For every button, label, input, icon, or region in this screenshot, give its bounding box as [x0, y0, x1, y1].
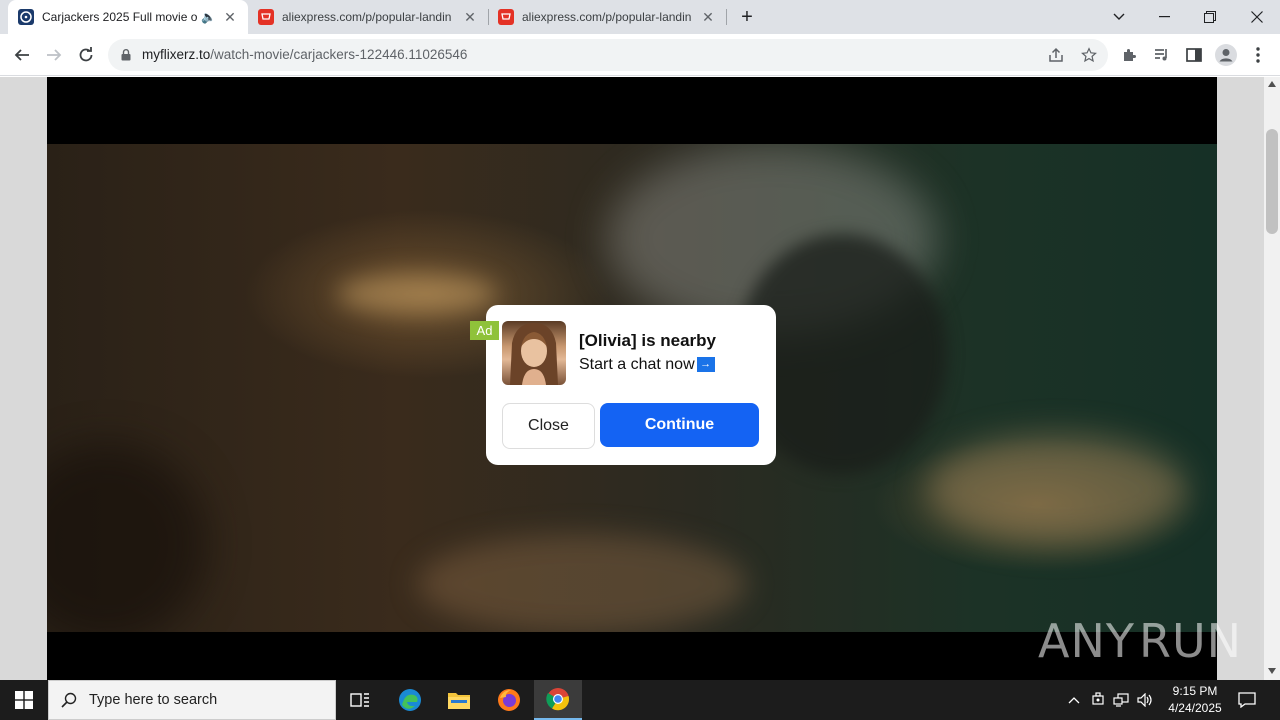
shopping-cart-icon — [498, 9, 514, 25]
page-scrollbar[interactable] — [1264, 77, 1280, 680]
volume-icon[interactable] — [1137, 693, 1153, 707]
ad-popup: [Olivia] is nearby Start a chat now → Clo… — [486, 305, 776, 465]
taskbar-chrome[interactable] — [534, 680, 582, 720]
blurred-bowl — [927, 434, 1187, 544]
ad-badge: Ad — [470, 321, 499, 340]
chrome-icon — [546, 688, 570, 711]
puzzle-icon — [1124, 49, 1136, 61]
media-controls-button[interactable] — [1148, 41, 1176, 69]
forward-button[interactable] — [40, 41, 68, 69]
taskbar-file-explorer[interactable] — [435, 680, 483, 720]
taskbar-search-box[interactable]: Type here to search — [48, 680, 336, 720]
start-button[interactable] — [0, 680, 48, 720]
anyrun-watermark: ANY RUN — [1038, 612, 1241, 670]
taskbar-firefox[interactable] — [485, 680, 533, 720]
person-portrait-icon — [510, 323, 558, 385]
side-panel-icon — [1186, 48, 1202, 62]
extensions-button[interactable] — [1116, 41, 1144, 69]
watermark-left-text: ANY — [1038, 614, 1135, 668]
system-tray — [1068, 680, 1153, 720]
scroll-down-icon[interactable] — [1268, 668, 1276, 674]
plus-icon: + — [741, 5, 753, 28]
tab-search-button[interactable] — [1096, 0, 1142, 34]
notifications-button[interactable] — [1224, 680, 1270, 720]
tab-aliexpress-1[interactable]: aliexpress.com/p/popular-landin ✕ — [248, 0, 488, 34]
shopping-cart-icon — [258, 9, 274, 25]
ad-headline: [Olivia] is nearby — [579, 331, 716, 350]
restore-button[interactable] — [1187, 0, 1233, 34]
url-path: /watch-movie/carjackers-122446.11026546 — [210, 47, 468, 62]
avatar-icon — [1215, 44, 1237, 66]
new-tab-button[interactable]: + — [725, 0, 769, 34]
watermark-right-text: RUN — [1138, 614, 1243, 668]
close-window-button[interactable] — [1234, 0, 1280, 34]
windows-logo-icon — [15, 691, 33, 709]
kebab-menu-icon — [1256, 47, 1260, 63]
firefox-icon — [498, 689, 520, 711]
address-bar[interactable]: myflixerz.to/watch-movie/carjackers-1224… — [108, 39, 1108, 71]
ad-subline-text: Start a chat now — [579, 356, 695, 373]
folder-icon — [448, 693, 470, 709]
bookmark-star-icon[interactable] — [1081, 47, 1097, 63]
continue-button[interactable]: Continue — [600, 403, 759, 447]
minimize-icon — [1158, 16, 1170, 18]
close-tab-icon[interactable]: ✕ — [700, 9, 716, 26]
arrow-right-icon: → — [696, 357, 715, 373]
dark-corner — [47, 444, 207, 632]
task-view-icon — [350, 693, 369, 707]
clock-date: 4/24/2025 — [1168, 701, 1222, 715]
close-icon — [1251, 11, 1263, 23]
chevron-down-icon — [1113, 13, 1125, 20]
film-reel-icon — [18, 9, 34, 25]
menu-button[interactable] — [1244, 41, 1272, 69]
close-tab-icon[interactable]: ✕ — [222, 9, 238, 26]
network-icon[interactable] — [1113, 693, 1129, 707]
clock-time: 9:15 PM — [1172, 684, 1218, 698]
scroll-up-icon[interactable] — [1268, 81, 1276, 87]
browser-toolbar: myflixerz.to/watch-movie/carjackers-1224… — [0, 34, 1280, 76]
arrow-right-icon — [47, 49, 62, 61]
back-button[interactable] — [8, 41, 36, 69]
minimize-button[interactable] — [1141, 0, 1187, 34]
edge-icon — [399, 689, 421, 711]
audio-playing-icon[interactable]: 🔈 — [201, 10, 216, 24]
share-icon[interactable] — [1048, 47, 1064, 63]
tab-carjackers[interactable]: Carjackers 2025 Full movie o 🔈 ✕ — [8, 0, 248, 34]
tab-title: aliexpress.com/p/popular-landin — [282, 10, 452, 24]
device-icon[interactable] — [1091, 692, 1105, 708]
tab-aliexpress-2[interactable]: aliexpress.com/p/popular-landin ✕ — [488, 0, 726, 34]
arrow-left-icon — [14, 49, 29, 61]
tab-strip: Carjackers 2025 Full movie o 🔈 ✕ aliexpr… — [0, 0, 1280, 34]
playlist-icon — [1155, 49, 1167, 61]
profile-photo — [502, 321, 566, 385]
reload-icon — [79, 47, 93, 62]
bokeh-light — [337, 274, 497, 314]
url-domain: myflixerz.to — [142, 47, 211, 62]
close-tab-icon[interactable]: ✕ — [462, 9, 478, 26]
chat-bubble-icon — [1238, 692, 1256, 708]
taskbar-clock[interactable]: 9:15 PM 4/24/2025 — [1160, 683, 1230, 717]
lock-icon[interactable] — [121, 49, 131, 61]
ad-subline: Start a chat now → — [579, 356, 715, 374]
reload-button[interactable] — [72, 41, 100, 69]
side-panel-button[interactable] — [1180, 41, 1208, 69]
chevron-up-icon[interactable] — [1068, 696, 1080, 704]
profile-button[interactable] — [1212, 41, 1240, 69]
tab-title: Carjackers 2025 Full movie o — [42, 10, 198, 24]
scrollbar-thumb[interactable] — [1266, 129, 1278, 234]
url-text[interactable]: myflixerz.to/watch-movie/carjackers-1224… — [142, 47, 467, 62]
close-button[interactable]: Close — [502, 403, 595, 449]
taskbar-edge[interactable] — [386, 680, 434, 720]
tab-title: aliexpress.com/p/popular-landin — [522, 10, 692, 24]
search-placeholder: Type here to search — [89, 692, 218, 708]
windows-taskbar: Type here to search 9:15 PM 4/24/2025 — [0, 680, 1280, 720]
search-icon — [61, 692, 77, 708]
restore-icon — [1204, 11, 1216, 23]
task-view-button[interactable] — [336, 680, 384, 720]
blurred-mug — [417, 534, 747, 632]
